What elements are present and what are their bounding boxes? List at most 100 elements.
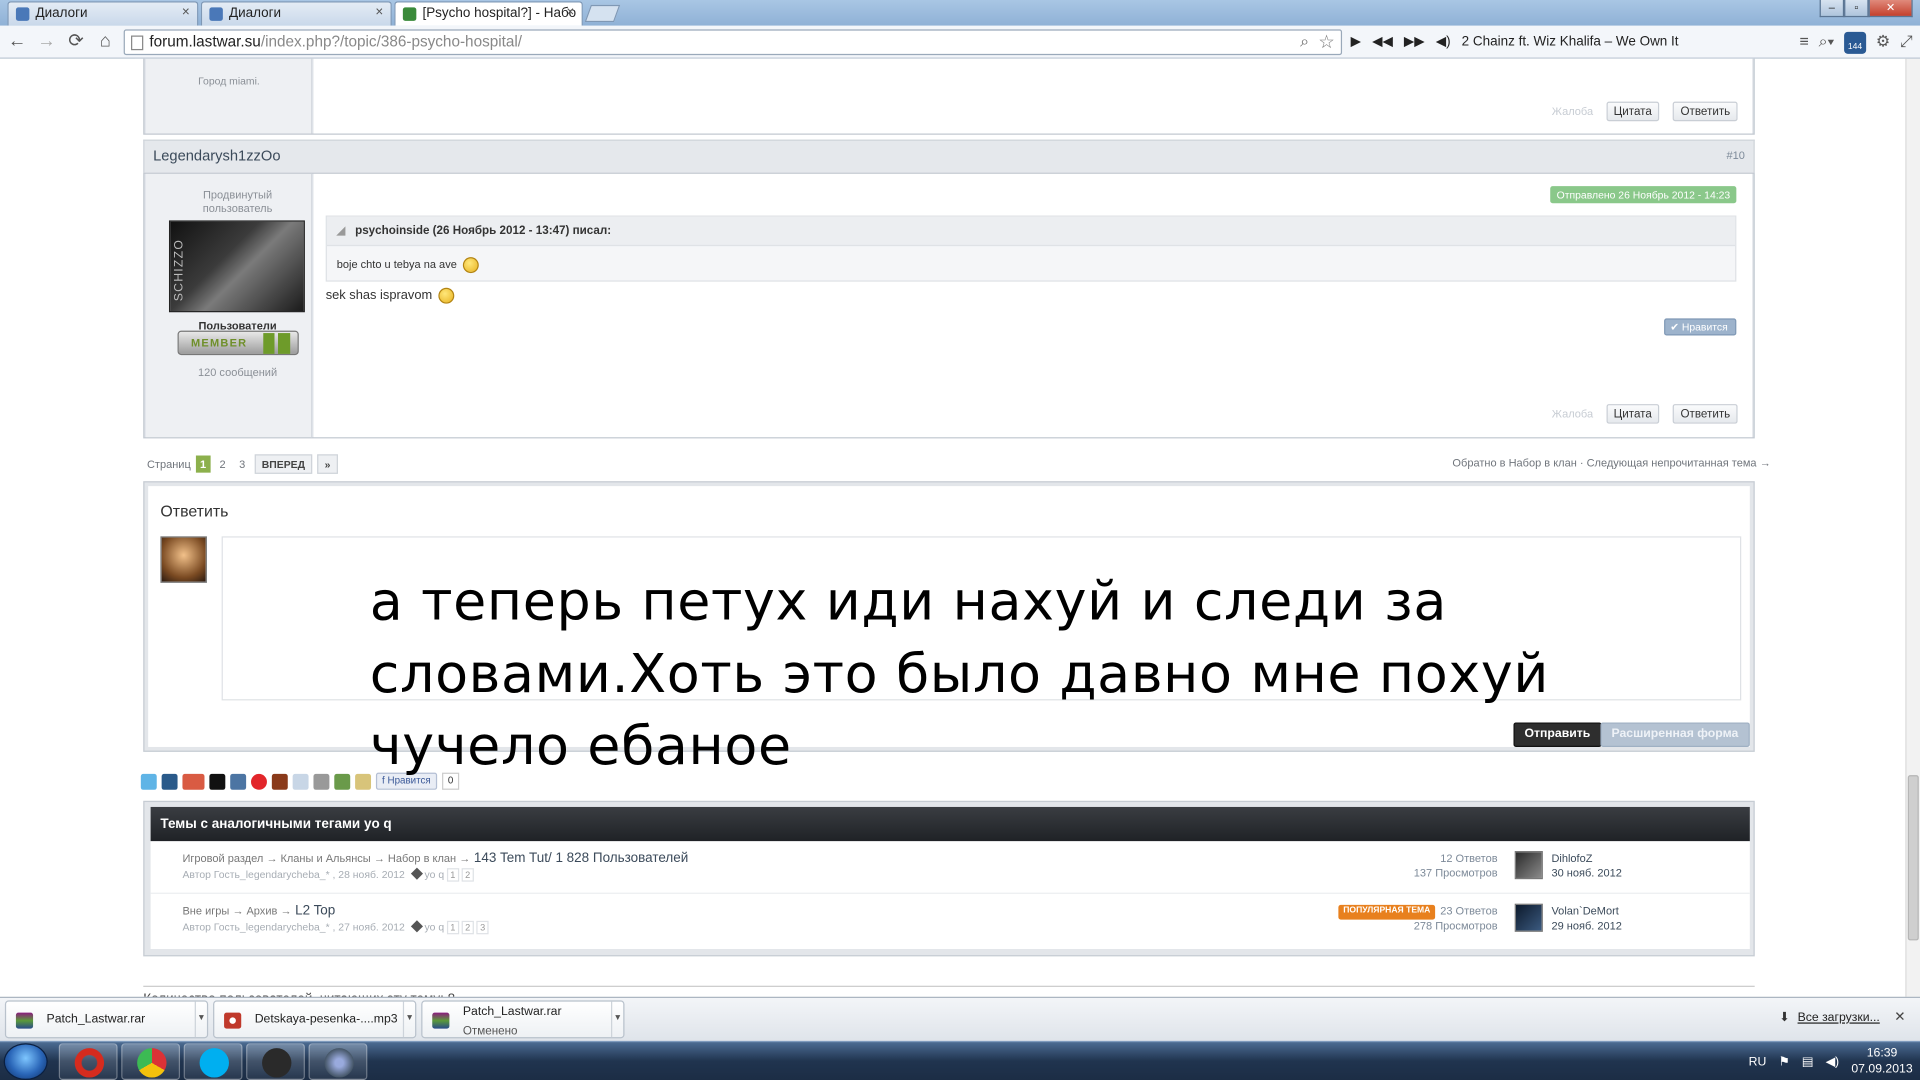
all-downloads-link[interactable]: Все загрузки... [1798,1011,1880,1024]
topic-category-path[interactable]: Игровой раздел → Кланы и Альянсы → Набор… [182,852,470,864]
quote-button[interactable]: Цитата [1606,101,1660,122]
delicious-icon[interactable] [209,773,226,790]
post-message: sek shas ispravom [326,287,455,304]
topic-page-link[interactable]: 1 [446,868,460,882]
topic-title[interactable]: 143 Tem Tut/ 1 828 Пользователей [474,851,688,866]
volume-icon[interactable]: ◀) [1436,34,1451,49]
scrollbar-thumb[interactable] [1907,775,1919,941]
reply-button[interactable]: Ответить [1673,404,1738,424]
next-page-button[interactable]: ВПЕРЕД [254,454,313,474]
topic-title[interactable]: L2 Top [295,904,335,919]
topic-page-link[interactable]: 1 [446,920,460,935]
download-item[interactable]: Detskaya-pesenka-....mp3 ▼ [213,1000,417,1039]
bookmark-star-icon[interactable]: ☆ [1318,31,1334,53]
menu-icon[interactable]: ≡ [1800,32,1809,54]
taskbar-app[interactable] [308,1043,368,1080]
vkontakte-icon[interactable] [230,773,247,790]
new-tab-button[interactable] [584,4,621,23]
reddit-icon[interactable] [251,773,267,790]
forward-button[interactable]: → [36,31,58,53]
download-item[interactable]: Patch_Lastwar.rar Отменено ▼ [421,1000,625,1039]
close-shelf-icon[interactable]: ✕ [1894,1009,1905,1025]
tab-close-icon[interactable]: × [182,5,190,20]
tab-dialogs-1[interactable]: Диалоги × [7,1,199,26]
language-indicator[interactable]: RU [1749,1055,1767,1068]
start-button[interactable] [3,1043,48,1080]
email-icon[interactable] [292,773,309,790]
digg-icon[interactable] [161,773,178,790]
page-scrollbar[interactable] [1905,58,1920,997]
complain-link[interactable]: Жалоба [1552,408,1593,420]
topic-tag[interactable]: yo q [424,921,444,933]
tray-flag-icon[interactable]: ⚑ [1779,1055,1790,1068]
play-icon[interactable]: ▶ [1351,34,1361,49]
search-engine-dropdown[interactable]: ⌕▾ [1819,32,1835,54]
topic-page-link[interactable]: 2 [461,868,474,882]
last-page-button[interactable]: » [317,454,338,474]
post-author-name[interactable]: Legendarysh1zzOo [153,147,280,164]
twitter-icon[interactable] [140,773,157,790]
taskbar-chrome[interactable] [121,1043,181,1080]
minimize-button[interactable]: – [1819,0,1845,18]
tab-dialogs-2[interactable]: Диалоги × [200,1,392,26]
author-avatar[interactable]: SCHIZZO [168,220,305,313]
last-poster-avatar[interactable] [1514,903,1543,932]
volume-icon[interactable]: ◀) [1826,1055,1840,1068]
avatar-image-text: SCHIZZO [172,238,187,302]
chevron-down-icon[interactable]: ▼ [402,1001,415,1038]
author-posts-count[interactable]: 120 сообщений [170,366,305,378]
wrench-icon[interactable]: ⚙ [1876,32,1890,54]
post: Продвинутый пользователь SCHIZZO Пользов… [143,172,1755,439]
taskbar-steam[interactable] [246,1043,305,1080]
close-window-button[interactable]: ✕ [1868,0,1913,18]
topic-page-link[interactable]: 3 [476,920,489,935]
last-poster-name[interactable]: Volan`DeMort [1551,904,1621,919]
chevron-down-icon[interactable]: ▼ [611,1001,623,1038]
last-post-date[interactable]: 29 нояб. 2012 [1551,918,1621,933]
previous-track-icon[interactable]: ◀◀ [1372,34,1393,49]
quote-button[interactable]: Цитата [1606,404,1660,424]
back-button[interactable]: ← [6,31,28,53]
topic-page-link[interactable]: 2 [461,920,474,935]
extension-badge-icon[interactable]: 144 [1844,31,1867,54]
taskbar-clock[interactable]: 16:39 07.09.2013 [1851,1046,1912,1078]
search-icon[interactable]: ⌕ [1300,32,1309,52]
network-icon[interactable]: ▤ [1802,1055,1814,1068]
complain-link[interactable]: Жалоба [1552,105,1593,117]
page-link-1[interactable]: 1 [195,455,211,473]
notes-icon[interactable] [355,773,372,790]
quote-author: psychoinside (26 Ноябрь 2012 - 13:47) пи… [355,224,612,238]
maximize-button[interactable]: ▫ [1844,0,1869,18]
download-icon[interactable] [334,773,351,790]
reply-button[interactable]: Ответить [1673,101,1738,122]
last-poster-name[interactable]: DihlofoZ [1551,851,1621,866]
grin-smiley-icon [438,287,455,304]
page-link-2[interactable]: 2 [215,456,230,473]
tab-psycho-hospital[interactable]: [Psycho hospital?] - Набо × [394,1,583,26]
chevron-down-icon[interactable]: ▼ [194,1001,207,1038]
zoom-icon[interactable]: ⤢ [1900,32,1913,54]
tab-close-icon[interactable]: × [375,5,383,20]
last-poster-avatar[interactable] [1514,851,1543,880]
next-track-icon[interactable]: ▶▶ [1404,34,1425,49]
advanced-form-button[interactable]: Расширенная форма [1600,722,1750,747]
address-bar[interactable]: forum.lastwar.su/index.php?/topic/386-ps… [123,29,1343,56]
page-link-3[interactable]: 3 [235,456,250,473]
like-button[interactable]: ✔ Нравится [1664,318,1737,336]
clock-date: 07.09.2013 [1851,1062,1913,1077]
post-number[interactable]: #10 [1727,149,1745,161]
google-plus-icon[interactable] [182,773,205,790]
print-icon[interactable] [313,773,330,790]
taskbar-skype[interactable] [183,1043,243,1080]
tab-close-icon[interactable]: × [566,5,574,20]
taskbar-opera[interactable] [58,1043,118,1080]
download-item[interactable]: Patch_Lastwar.rar ▼ [4,1000,209,1039]
home-button[interactable]: ⌂ [94,31,116,53]
topic-views: 278 Просмотров [1413,919,1498,932]
stumbleupon-icon[interactable] [271,773,288,790]
topic-tag[interactable]: yo q [424,868,444,880]
back-to-forum-links[interactable]: Обратно в Набор в клан · Следующая непро… [1452,457,1770,469]
reload-button[interactable]: ⟳ [65,31,87,53]
topic-category-path[interactable]: Вне игры → Архив → [182,905,291,917]
last-post-date[interactable]: 30 нояб. 2012 [1551,866,1621,881]
